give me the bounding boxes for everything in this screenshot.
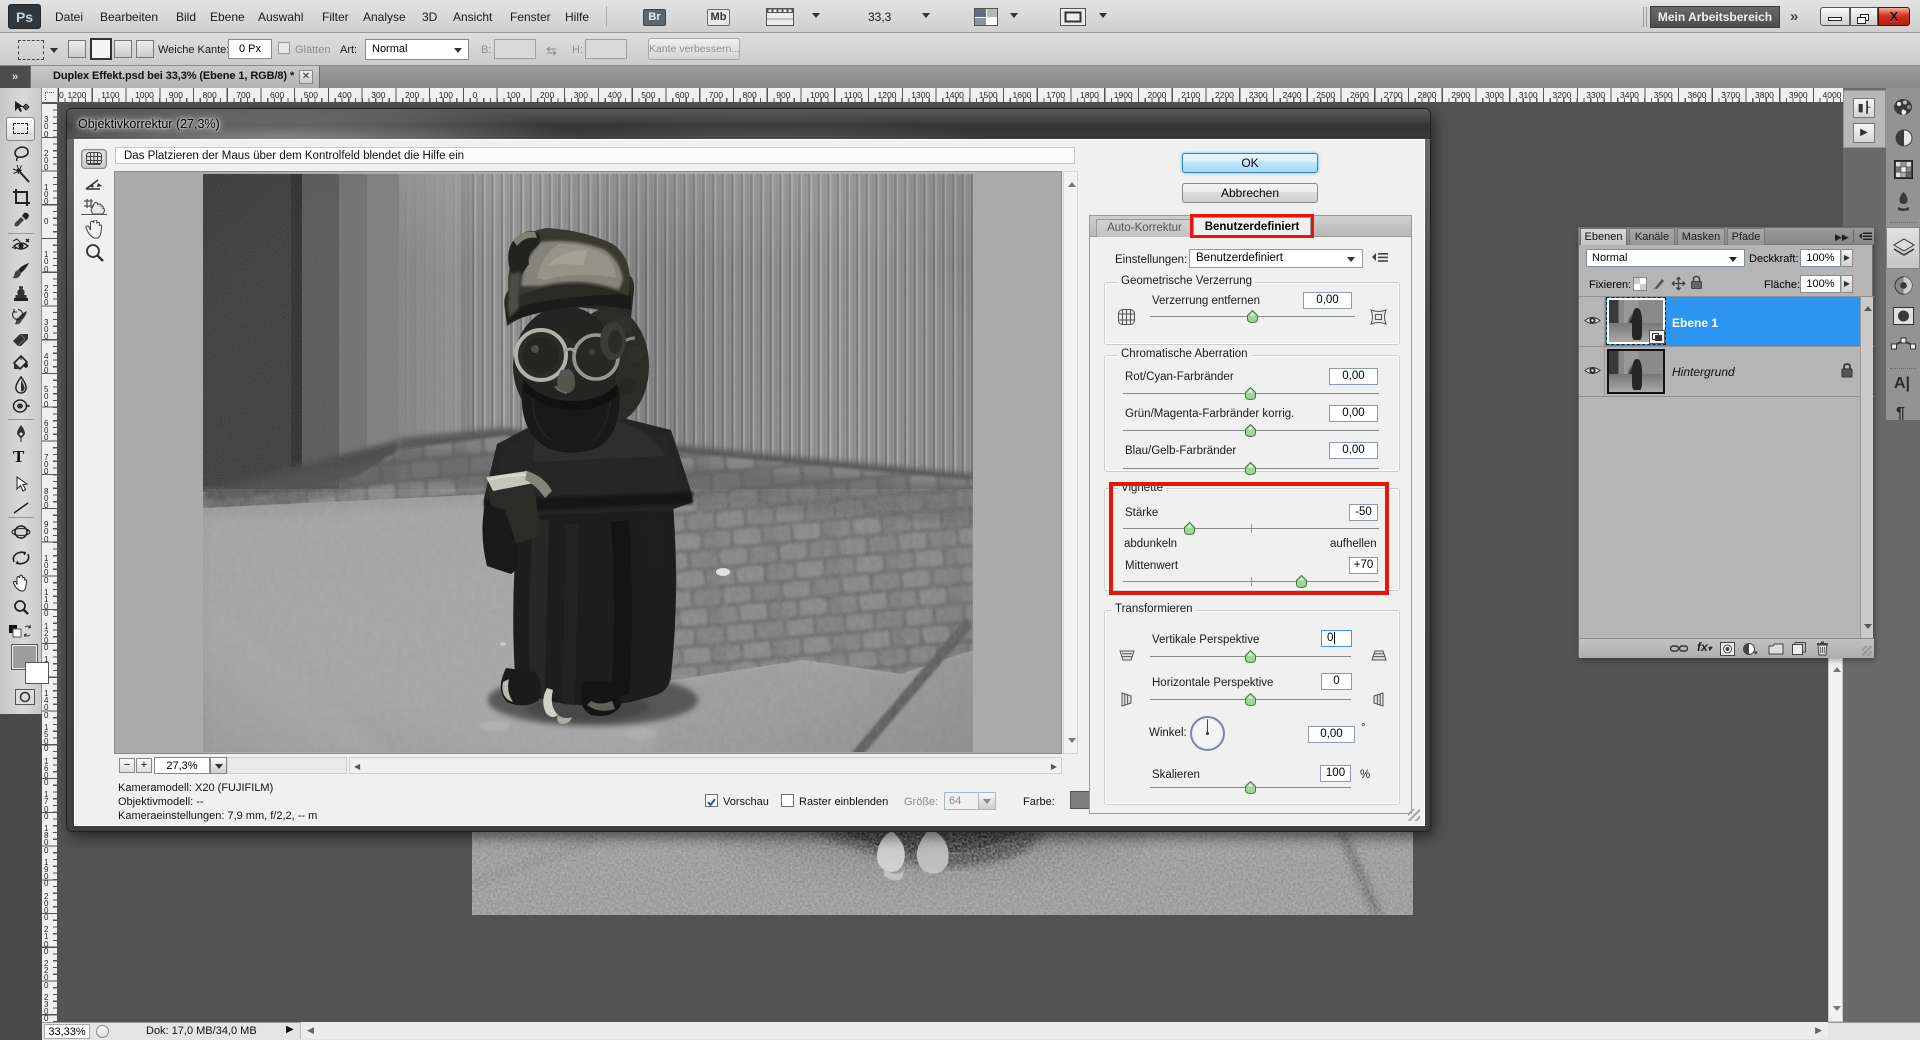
svg-text:▾: ▾ [1754, 650, 1758, 656]
